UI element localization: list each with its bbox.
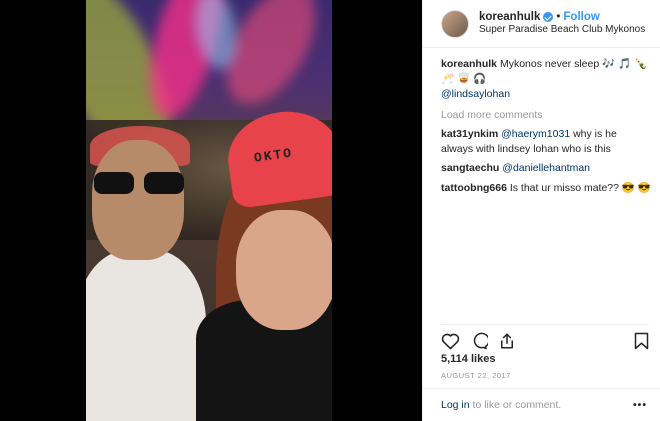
comment-username[interactable]: kat31ynkim [441, 128, 498, 140]
login-link[interactable]: Log in [441, 399, 470, 411]
post-photo[interactable]: OKTO [86, 0, 332, 421]
avatar[interactable] [441, 9, 469, 38]
share-icon[interactable] [498, 332, 516, 350]
post-media[interactable]: OKTO [0, 0, 422, 421]
comments-section: koreanhulk Mykonos never sleep 🎶 🎵 🍾 🥂 🥃… [441, 57, 651, 200]
load-more-comments[interactable]: Load more comments [441, 108, 651, 123]
post-sidebar: koreanhulk • Follow Super Paradise Beach… [422, 0, 660, 421]
comment: kat31ynkim @haerym1031 why is he always … [441, 127, 651, 157]
caption-username[interactable]: koreanhulk [441, 58, 497, 70]
comment-icon[interactable] [470, 332, 488, 350]
comment: tattoobng666 Is that ur misso mate?? 😎 😎 [441, 181, 651, 196]
header-text: koreanhulk • Follow Super Paradise Beach… [479, 10, 645, 37]
post-header: koreanhulk • Follow Super Paradise Beach… [423, 0, 660, 48]
caption-mention[interactable]: @lindsaylohan [441, 88, 510, 100]
caption: koreanhulk Mykonos never sleep 🎶 🎵 🍾 🥂 🥃… [441, 57, 651, 103]
comment-mention[interactable]: @haerym1031 [501, 128, 570, 140]
bookmark-icon[interactable] [634, 332, 649, 350]
man-face [92, 140, 184, 260]
likes-count[interactable]: 5,114 likes [441, 353, 495, 365]
sunglasses [92, 172, 184, 196]
location-link[interactable]: Super Paradise Beach Club Mykonos [479, 24, 645, 37]
comment: sangtaechu @daniellehantman [441, 161, 651, 176]
comment-username[interactable]: tattoobng666 [441, 182, 507, 194]
login-prompt: Log in to like or comment. ••• [423, 388, 660, 421]
header-username[interactable]: koreanhulk [479, 10, 540, 24]
action-bar [441, 324, 649, 350]
more-options-icon[interactable]: ••• [633, 399, 647, 411]
header-separator: • [556, 11, 561, 24]
instagram-post: OKTO koreanhulk • Follow Super Paradise … [0, 0, 660, 421]
follow-button[interactable]: Follow [563, 10, 599, 24]
comment-mention[interactable]: @daniellehantman [502, 162, 590, 174]
woman-face [236, 210, 332, 330]
verified-badge-icon [543, 12, 554, 23]
comment-text: Is that ur misso mate?? 😎 😎 [509, 181, 651, 194]
login-prompt-text: to like or comment. [469, 399, 562, 411]
comment-username[interactable]: sangtaechu [441, 162, 499, 174]
man-shirt [86, 250, 206, 421]
heart-icon[interactable] [441, 332, 460, 350]
post-date[interactable]: AUGUST 22, 2017 [441, 371, 511, 380]
